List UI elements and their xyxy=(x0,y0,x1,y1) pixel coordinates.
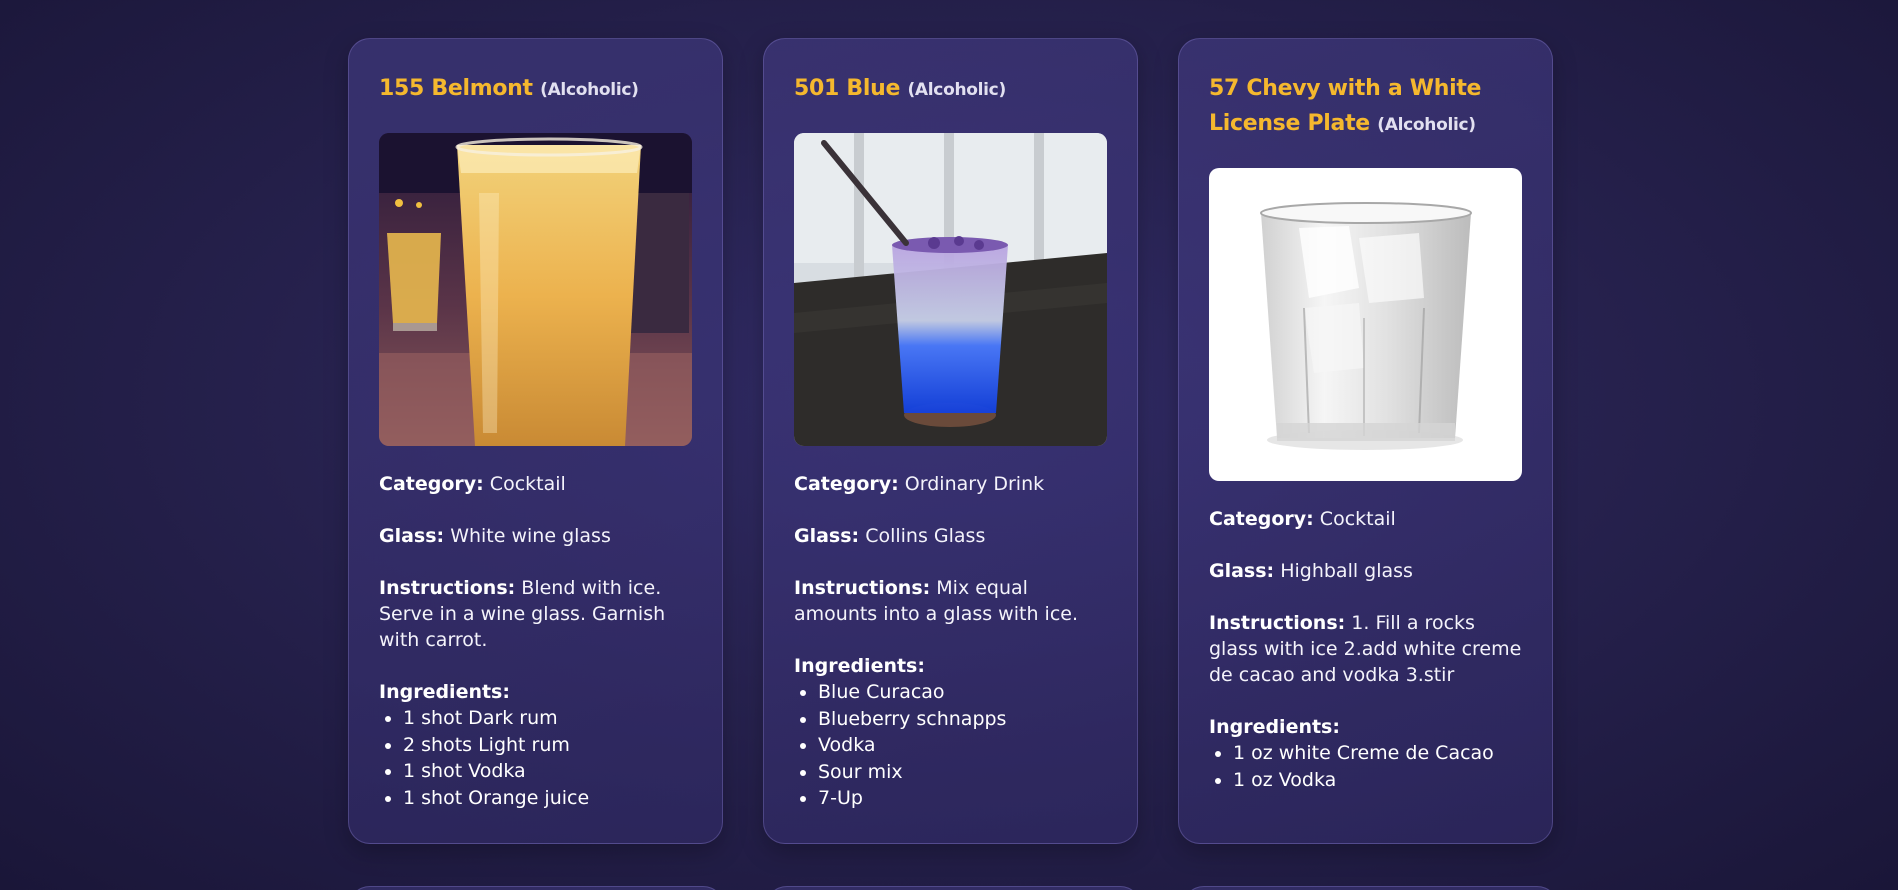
ingredient-item: Blueberry schnapps xyxy=(818,706,1107,733)
category-value: Ordinary Drink xyxy=(904,473,1045,495)
category-label: Category: xyxy=(379,473,484,495)
cocktail-card xyxy=(765,886,1142,890)
category-value: Cocktail xyxy=(489,473,566,495)
instructions-field: Instructions: Blend with ice. Serve in a… xyxy=(379,575,692,653)
instructions-label: Instructions: xyxy=(379,577,516,599)
glass-field: Glass: Collins Glass xyxy=(794,523,1107,549)
cocktail-photo xyxy=(1209,168,1522,481)
glass-value: Highball glass xyxy=(1280,560,1413,582)
category-label: Category: xyxy=(794,473,899,495)
instructions-label: Instructions: xyxy=(794,577,931,599)
alcoholic-tag: (Alcoholic) xyxy=(1377,115,1476,135)
instructions-label: Instructions: xyxy=(1209,612,1346,634)
ingredients-heading: Ingredients: xyxy=(794,655,925,677)
glass-value: White wine glass xyxy=(450,525,611,547)
category-label: Category: xyxy=(1209,508,1314,530)
ingredients-heading: Ingredients: xyxy=(1209,716,1340,738)
ingredient-item: 1 shot Orange juice xyxy=(403,785,692,812)
next-row-cards xyxy=(348,886,1559,890)
ingredient-item: Vodka xyxy=(818,732,1107,759)
cocktail-card: 57 Chevy with a White License Plate (Alc… xyxy=(1178,38,1553,844)
ingredient-item: 1 shot Dark rum xyxy=(403,705,692,732)
glass-label: Glass: xyxy=(794,525,860,547)
cocktail-title: 501 Blue (Alcoholic) xyxy=(794,71,1107,108)
ingredient-item: 1 shot Vodka xyxy=(403,758,692,785)
cocktail-photo xyxy=(379,133,692,446)
category-field: Category: Cocktail xyxy=(379,471,692,497)
cocktail-photo xyxy=(794,133,1107,446)
cocktail-card: 501 Blue (Alcoholic) Category: Ordinary … xyxy=(763,38,1138,844)
ingredients-list: 1 shot Dark rum 2 shots Light rum 1 shot… xyxy=(379,705,692,811)
instructions-field: Instructions: 1. Fill a rocks glass with… xyxy=(1209,610,1522,688)
glass-label: Glass: xyxy=(379,525,445,547)
glass-value: Collins Glass xyxy=(865,525,986,547)
ingredient-item: Sour mix xyxy=(818,759,1107,786)
cocktail-card: 155 Belmont (Alcoholic) Category: Cockta… xyxy=(348,38,723,844)
glass-field: Glass: Highball glass xyxy=(1209,558,1522,584)
cocktail-title: 155 Belmont (Alcoholic) xyxy=(379,71,692,108)
cocktail-title: 57 Chevy with a White License Plate (Alc… xyxy=(1209,71,1522,143)
ingredient-item: 1 oz Vodka xyxy=(1233,767,1522,794)
category-value: Cocktail xyxy=(1319,508,1396,530)
ingredient-item: 1 oz white Creme de Cacao xyxy=(1233,740,1522,767)
ingredient-item: 2 shots Light rum xyxy=(403,732,692,759)
ingredient-item: Blue Curacao xyxy=(818,679,1107,706)
category-field: Category: Ordinary Drink xyxy=(794,471,1107,497)
category-field: Category: Cocktail xyxy=(1209,506,1522,532)
cocktail-name: 155 Belmont xyxy=(379,76,533,101)
alcoholic-tag: (Alcoholic) xyxy=(540,80,639,100)
ingredients-list: 1 oz white Creme de Cacao 1 oz Vodka xyxy=(1209,740,1522,793)
cocktail-card-grid: 155 Belmont (Alcoholic) Category: Cockta… xyxy=(348,38,1553,844)
glass-label: Glass: xyxy=(1209,560,1275,582)
ingredients-heading: Ingredients: xyxy=(379,681,510,703)
ingredients-list: Blue Curacao Blueberry schnapps Vodka So… xyxy=(794,679,1107,812)
instructions-field: Instructions: Mix equal amounts into a g… xyxy=(794,575,1107,627)
cocktail-card xyxy=(348,886,725,890)
alcoholic-tag: (Alcoholic) xyxy=(907,80,1006,100)
cocktail-name: 501 Blue xyxy=(794,76,901,101)
glass-field: Glass: White wine glass xyxy=(379,523,692,549)
ingredient-item: 7-Up xyxy=(818,785,1107,812)
cocktail-card xyxy=(1182,886,1559,890)
